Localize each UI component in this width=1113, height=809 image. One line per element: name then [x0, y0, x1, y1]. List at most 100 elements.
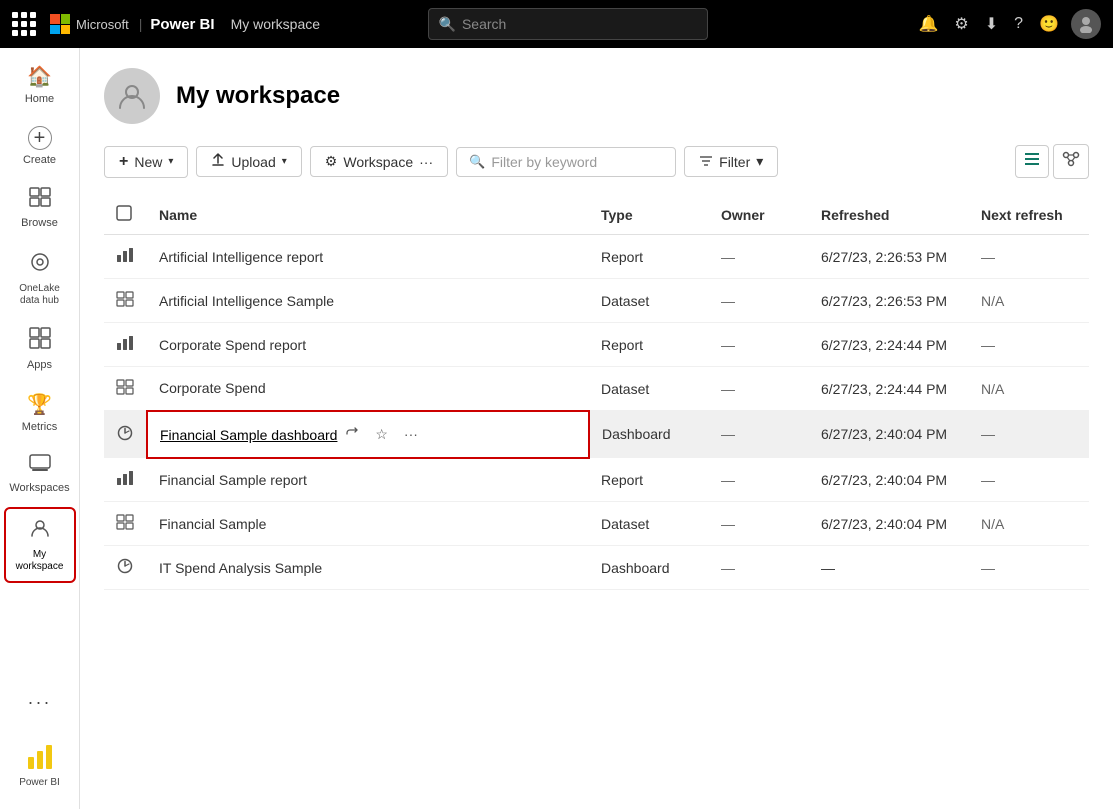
table-cell-refreshed: 6/27/23, 2:24:44 PM — [809, 323, 969, 367]
sidebar-item-onelake[interactable]: OneLakedata hub — [4, 243, 76, 315]
sidebar: 🏠 Home + Create Browse OneLakedata hub A… — [0, 48, 80, 809]
table-cell-next: — — [969, 458, 1089, 502]
sidebar-item-myworkspace[interactable]: Myworkspace — [4, 507, 76, 583]
table-cell-next: N/A — [969, 367, 1089, 411]
main-content: My workspace + New ▾ Upload ▾ ⚙ Workspac… — [80, 48, 1113, 809]
waffle-menu[interactable] — [12, 12, 36, 36]
table-cell-refreshed: 6/27/23, 2:26:53 PM — [809, 235, 969, 279]
table-row: Corporate Spend Dataset — 6/27/23, 2:24:… — [104, 367, 1089, 411]
table-cell-next: — — [969, 323, 1089, 367]
sidebar-label-workspaces: Workspaces — [9, 482, 69, 495]
table-cell-name: IT Spend Analysis Sample — [147, 546, 589, 590]
top-navigation: Microsoft | Power BI My workspace 🔍 🔔 ⚙ … — [0, 0, 1113, 48]
table-cell-next: — — [969, 411, 1089, 458]
item-name-text: Artificial Intelligence Sample — [159, 293, 334, 309]
table-cell-icon — [104, 411, 147, 458]
table-cell-refreshed: — — [809, 546, 969, 590]
filter-icon — [699, 154, 713, 170]
table-cell-refreshed: 6/27/23, 2:24:44 PM — [809, 367, 969, 411]
share-button[interactable] — [341, 424, 363, 445]
table-cell-owner: — — [709, 411, 809, 458]
table-cell-owner: — — [709, 323, 809, 367]
table-cell-type: Dataset — [589, 279, 709, 323]
filter-keyword-box[interactable]: 🔍 Filter by keyword — [456, 147, 676, 177]
global-search-box[interactable]: 🔍 — [428, 8, 708, 40]
sidebar-item-home[interactable]: 🏠 Home — [4, 56, 76, 114]
new-button[interactable]: + New ▾ — [104, 146, 188, 178]
col-header-name[interactable]: Name — [147, 195, 589, 235]
sidebar-label-metrics: Metrics — [22, 421, 57, 434]
table-cell-refreshed: 6/27/23, 2:40:04 PM — [809, 411, 969, 458]
filter-label: Filter — [719, 154, 750, 170]
topnav-workspace-label: My workspace — [231, 16, 320, 32]
item-name-text: IT Spend Analysis Sample — [159, 560, 322, 576]
filter-keyword-placeholder: Filter by keyword — [491, 154, 597, 170]
table-cell-next: N/A — [969, 502, 1089, 546]
topnav-icon-group: 🔔 ⚙ ⬇ ? 🙂 — [914, 9, 1101, 39]
microsoft-logo: Microsoft | — [50, 14, 142, 34]
table-header-row: Name Type Owner Refreshed Next refresh — [104, 195, 1089, 235]
myworkspace-icon — [29, 517, 51, 545]
filter-search-icon: 🔍 — [469, 154, 485, 170]
new-plus-icon: + — [119, 153, 128, 171]
table-cell-owner: — — [709, 235, 809, 279]
more-options-button[interactable]: ··· — [400, 424, 422, 444]
upload-caret-icon: ▾ — [282, 156, 287, 167]
table-cell-next: — — [969, 235, 1089, 279]
item-name-text: Financial Sample report — [159, 472, 307, 488]
sidebar-item-browse[interactable]: Browse — [4, 179, 76, 238]
table-cell-icon — [104, 458, 147, 502]
sidebar-item-metrics[interactable]: 🏆 Metrics — [4, 384, 76, 442]
table-cell-name: Financial Sample report — [147, 458, 589, 502]
table-cell-owner: — — [709, 279, 809, 323]
col-header-owner: Owner — [709, 195, 809, 235]
settings-button[interactable]: ⚙ — [950, 10, 972, 38]
filter-button[interactable]: Filter ▾ — [684, 146, 778, 177]
search-icon: 🔍 — [439, 16, 456, 33]
microsoft-label: Microsoft — [76, 17, 129, 32]
upload-icon — [211, 153, 225, 170]
sidebar-label-home: Home — [25, 93, 54, 106]
help-button[interactable]: ? — [1010, 11, 1027, 37]
lineage-view-button[interactable] — [1053, 144, 1089, 179]
home-icon: 🏠 — [27, 64, 52, 89]
sidebar-item-workspaces[interactable]: Workspaces — [4, 446, 76, 503]
table-row: IT Spend Analysis Sample Dashboard — — — — [104, 546, 1089, 590]
list-view-button[interactable] — [1015, 145, 1049, 178]
apps-icon — [29, 327, 51, 355]
table-cell-name: Corporate Spend — [147, 367, 589, 411]
table-cell-owner: — — [709, 458, 809, 502]
table-cell-owner: — — [709, 502, 809, 546]
search-input[interactable] — [462, 16, 697, 32]
sidebar-item-apps[interactable]: Apps — [4, 319, 76, 380]
sidebar-label-create: Create — [23, 154, 56, 167]
sidebar-label-powerbi: Power BI — [19, 777, 60, 789]
workspace-settings-icon: ⚙ — [325, 153, 338, 170]
user-avatar[interactable] — [1071, 9, 1101, 39]
upload-button[interactable]: Upload ▾ — [196, 146, 301, 177]
workspace-header: My workspace — [104, 68, 1089, 124]
workspace-label: Workspace — [343, 154, 413, 170]
main-layout: 🏠 Home + Create Browse OneLakedata hub A… — [0, 48, 1113, 809]
table-row: Financial Sample Dataset — 6/27/23, 2:40… — [104, 502, 1089, 546]
table-cell-type: Dashboard — [589, 411, 709, 458]
table-row: Artificial Intelligence Sample Dataset —… — [104, 279, 1089, 323]
feedback-button[interactable]: 🙂 — [1035, 10, 1063, 38]
favorite-button[interactable]: ☆ — [371, 424, 392, 445]
table-cell-icon — [104, 367, 147, 411]
workspace-button[interactable]: ⚙ Workspace ··· — [310, 146, 448, 177]
table-cell-icon — [104, 546, 147, 590]
table-cell-type: Dataset — [589, 502, 709, 546]
table-cell-next: — — [969, 546, 1089, 590]
notification-button[interactable]: 🔔 — [914, 10, 942, 38]
create-icon: + — [28, 126, 52, 150]
item-name-link[interactable]: Financial Sample dashboard — [160, 427, 337, 443]
table-cell-refreshed: 6/27/23, 2:26:53 PM — [809, 279, 969, 323]
sidebar-item-more[interactable]: ··· — [4, 684, 76, 721]
workspace-avatar — [104, 68, 160, 124]
sidebar-item-create[interactable]: + Create — [4, 118, 76, 175]
table-cell-name: Financial Sample — [147, 502, 589, 546]
download-button[interactable]: ⬇ — [981, 10, 1002, 38]
table-cell-icon — [104, 323, 147, 367]
table-row: Corporate Spend report Report — 6/27/23,… — [104, 323, 1089, 367]
